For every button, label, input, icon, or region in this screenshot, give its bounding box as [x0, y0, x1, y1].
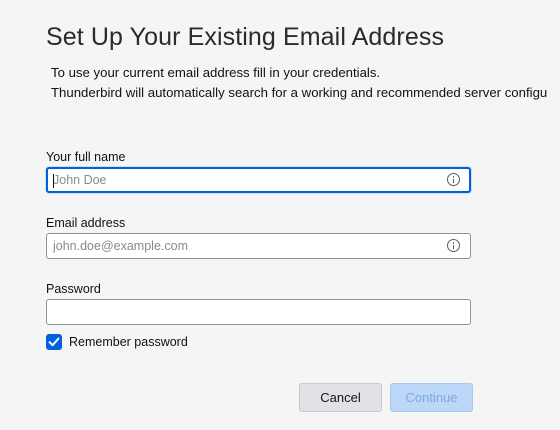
page-description-line-1: To use your current email address fill i… — [51, 65, 381, 80]
remember-password-label[interactable]: Remember password — [69, 335, 188, 349]
full-name-field[interactable] — [46, 167, 471, 193]
email-input[interactable] — [53, 234, 438, 258]
checkmark-icon — [48, 337, 60, 347]
info-icon[interactable] — [447, 173, 460, 186]
password-field[interactable] — [46, 299, 471, 325]
page-title: Set Up Your Existing Email Address — [46, 23, 445, 51]
page-description-line-2: Thunderbird will automatically search fo… — [51, 85, 548, 100]
info-icon[interactable] — [447, 239, 460, 252]
cancel-button[interactable]: Cancel — [299, 383, 382, 412]
text-caret — [53, 174, 54, 188]
email-label: Email address — [46, 216, 126, 230]
continue-button[interactable]: Continue — [390, 383, 473, 412]
account-setup-page: Set Up Your Existing Email Address To us… — [0, 0, 560, 430]
full-name-input[interactable] — [53, 169, 438, 191]
email-field[interactable] — [46, 233, 471, 259]
password-label: Password — [46, 282, 101, 296]
full-name-label: Your full name — [46, 150, 126, 164]
remember-password-checkbox[interactable] — [46, 334, 62, 350]
password-input[interactable] — [53, 300, 438, 324]
